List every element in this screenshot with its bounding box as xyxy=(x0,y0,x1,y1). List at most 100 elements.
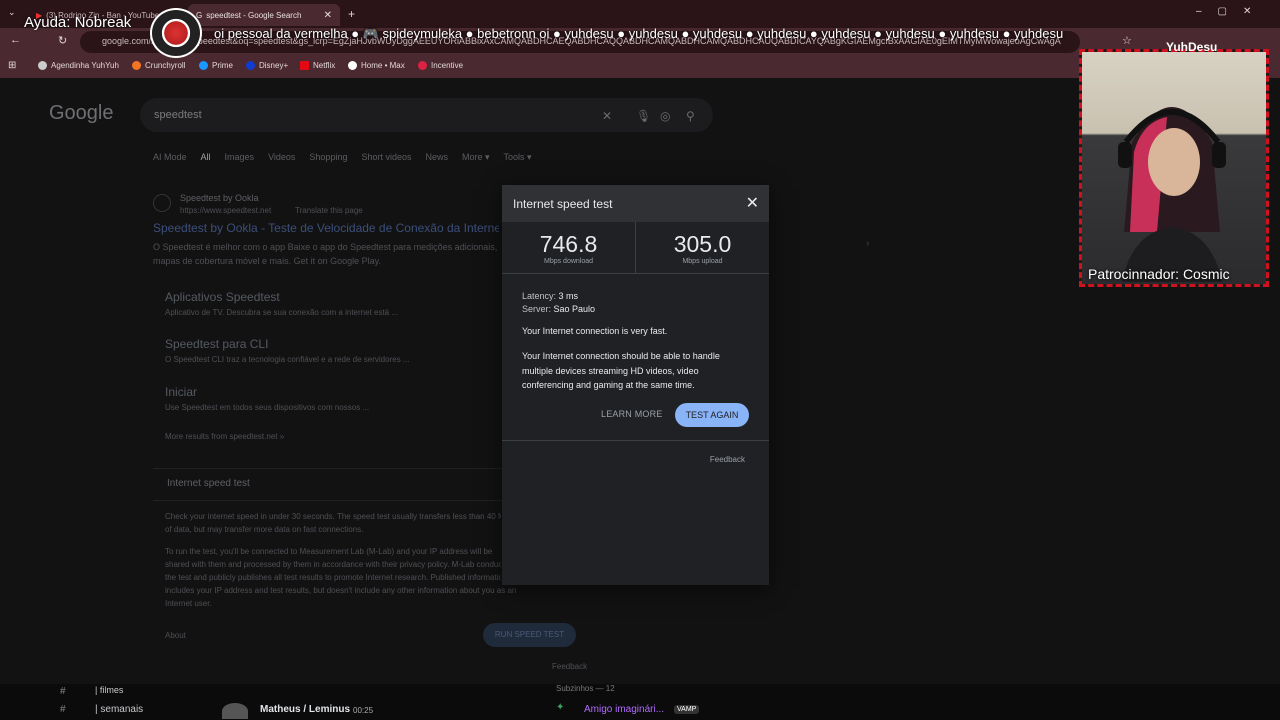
prime-icon xyxy=(199,61,208,70)
upload-unit: Mbps upload xyxy=(682,258,723,265)
about-link[interactable]: About xyxy=(165,631,186,640)
speed-card-title: Internet speed test xyxy=(167,478,250,489)
dialog-divider xyxy=(502,440,769,441)
latency-value: 3 ms xyxy=(558,291,579,301)
webcam-overlay xyxy=(1079,49,1269,287)
learn-more-button[interactable]: LEARN MORE xyxy=(601,409,663,419)
download-value: 746.8 xyxy=(539,231,598,257)
tab-ai-mode[interactable]: AI Mode xyxy=(153,152,187,163)
download-metric: 746.8 Mbps download xyxy=(502,222,635,274)
netflix-icon xyxy=(300,61,309,70)
page-feedback-link[interactable]: Feedback xyxy=(552,662,587,671)
download-unit: Mbps download xyxy=(543,258,594,265)
tab-short-videos[interactable]: Short videos xyxy=(361,152,411,163)
dialog-title: Internet speed test xyxy=(513,197,613,211)
speed-explanation: Your Internet connection should be able … xyxy=(522,351,720,390)
feedback-link[interactable]: Feedback xyxy=(710,455,745,464)
bookmark-incentive[interactable]: Incentive xyxy=(418,61,463,70)
speed-test-dialog: Internet speed test ✕ 746.8 Mbps downloa… xyxy=(502,185,769,585)
bookmark-star-icon[interactable]: ☆ xyxy=(1122,34,1132,47)
tab-news[interactable]: News xyxy=(426,152,449,163)
speedtest-favicon xyxy=(153,194,171,212)
sublink-title: Aplicativos Speedtest xyxy=(165,290,280,304)
tab-more[interactable]: More ▾ xyxy=(462,152,490,163)
chevron-right-icon[interactable]: › xyxy=(866,238,869,249)
voice-user-name[interactable]: Matheus / Leminus xyxy=(260,704,350,715)
streamer-tag: YuhDesu xyxy=(1166,40,1218,54)
close-tab-icon[interactable]: ✕ xyxy=(324,10,332,21)
translate-link[interactable]: Translate this page xyxy=(295,206,363,215)
tab-images[interactable]: Images xyxy=(225,152,255,163)
reload-icon[interactable]: ↻ xyxy=(58,34,67,47)
lens-icon[interactable]: ◎ xyxy=(660,109,670,123)
avatar[interactable] xyxy=(222,703,248,719)
donation-goal-text: Ayuda: Nobreak xyxy=(24,14,132,31)
more-results-link[interactable]: More results from speedtest.net » xyxy=(165,432,284,441)
sublink-3[interactable]: Iniciar Use Speedtest em todos seus disp… xyxy=(165,385,369,412)
bookmark-agendinha[interactable]: Agendinha YuhYuh xyxy=(38,61,119,70)
crunchyroll-icon xyxy=(132,61,141,70)
result-title[interactable]: Speedtest by Ookla - Teste de Velocidade… xyxy=(153,221,499,235)
sublink-1[interactable]: Aplicativos Speedtest Aplicativo de TV. … xyxy=(165,290,398,317)
clear-icon[interactable]: ✕ xyxy=(602,109,612,123)
chat-ticker: oi pessoal da vermelha ● 🎮 spideymuleka … xyxy=(214,26,1064,41)
result-url[interactable]: https://www.speedtest.net xyxy=(180,206,271,215)
bookmark-netflix[interactable]: Netflix xyxy=(300,61,335,70)
channel-semanais[interactable]: | semanais xyxy=(95,704,143,715)
server-value: Sao Paulo xyxy=(553,304,596,314)
test-details: Latency: 3 ms Server: Sao Paulo xyxy=(522,290,754,316)
apps-grid-icon[interactable]: ⊞ xyxy=(8,60,16,71)
tab-all[interactable]: All xyxy=(201,152,211,163)
member-group-header: Subzinhos — 12 xyxy=(556,684,615,693)
card-text: includes your IP address and test result… xyxy=(165,586,517,595)
sublink-2[interactable]: Speedtest para CLI O Speedtest CLI traz … xyxy=(165,337,410,364)
tab-search-icon[interactable]: ⌄ xyxy=(8,7,16,18)
member-avatar-icon[interactable]: ✦ xyxy=(556,702,564,713)
card-text: Internet user. xyxy=(165,599,212,608)
search-tabs: AI Mode All Images Videos Shopping Short… xyxy=(153,152,532,163)
sublink-desc: Use Speedtest em todos seus dispositivos… xyxy=(165,403,370,412)
google-logo[interactable]: Google xyxy=(49,102,114,125)
channel-filmes[interactable]: | filmes xyxy=(95,685,123,695)
result-site: Speedtest by Ookla xyxy=(180,193,259,203)
max-icon xyxy=(348,61,357,70)
search-input[interactable]: speedtest ✕ 🎙 ◎ ⚲ xyxy=(140,98,713,132)
back-icon[interactable]: ← xyxy=(10,34,21,46)
bookmark-disney[interactable]: Disney+ xyxy=(246,61,288,70)
latency-row: Latency: 3 ms xyxy=(522,291,579,301)
tab-videos[interactable]: Videos xyxy=(268,152,295,163)
new-tab-button[interactable]: + xyxy=(348,7,355,21)
hash-icon: # xyxy=(60,704,66,715)
test-again-button[interactable]: TEST AGAIN xyxy=(675,403,749,427)
streamer-figure xyxy=(1118,107,1226,282)
run-speed-test-button[interactable]: RUN SPEED TEST xyxy=(483,623,576,647)
result-snippet-2: mapas de cobertura móvel e mais. Get it … xyxy=(153,256,381,266)
member-name[interactable]: Amigo imaginári... xyxy=(584,704,664,715)
close-icon[interactable]: ✕ xyxy=(746,193,759,213)
upload-value: 305.0 xyxy=(673,231,732,257)
bookmark-prime[interactable]: Prime xyxy=(199,61,233,70)
sublink-desc: Aplicativo de TV. Descubra se sua conexã… xyxy=(165,308,399,317)
sublink-desc: O Speedtest CLI traz a tecnologia confiá… xyxy=(165,355,410,364)
card-text: the test and publicly publishes all test… xyxy=(165,573,501,582)
search-icon[interactable]: ⚲ xyxy=(686,109,695,123)
tab-tools[interactable]: Tools ▾ xyxy=(504,152,532,163)
mic-icon[interactable]: 🎙 xyxy=(636,109,651,123)
tab-google-search[interactable]: G speedtest - Google Search ✕ xyxy=(188,4,340,26)
globe-icon xyxy=(38,61,47,70)
window-controls[interactable]: –▢✕ xyxy=(1196,6,1267,17)
bookmark-max[interactable]: Home • Max xyxy=(348,61,405,70)
dialog-header: Internet speed test ✕ xyxy=(502,185,769,222)
voice-timer: 00:25 xyxy=(353,706,374,715)
sublink-title: Iniciar xyxy=(165,385,198,399)
server-row: Server: Sao Paulo xyxy=(522,304,596,314)
tab-shopping[interactable]: Shopping xyxy=(309,152,347,163)
discord-strip: # | filmes # | semanais Matheus / Leminu… xyxy=(0,684,1280,720)
search-query: speedtest xyxy=(154,109,202,121)
card-text: Check your internet speed in under 30 se… xyxy=(165,512,501,521)
vamp-badge: VAMP xyxy=(674,705,700,714)
bookmark-crunchyroll[interactable]: Crunchyroll xyxy=(132,61,185,70)
speed-verdict: Your Internet connection is very fast. xyxy=(522,326,668,336)
disney-icon xyxy=(246,61,255,70)
sublink-title: Speedtest para CLI xyxy=(165,337,269,351)
